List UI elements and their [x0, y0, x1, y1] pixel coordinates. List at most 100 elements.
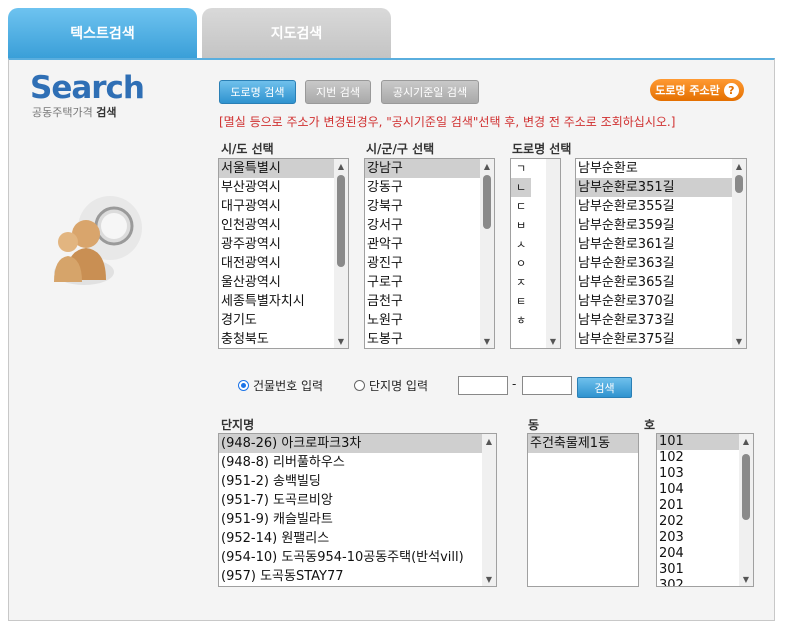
sigungu-option[interactable]: 광진구: [365, 254, 494, 273]
complex-option[interactable]: (948-26) 아크로파크3차: [219, 434, 496, 453]
sigungu-option[interactable]: 노원구: [365, 311, 494, 330]
initial-scrollbar[interactable]: ▼: [546, 159, 560, 348]
road-name-option[interactable]: 남부순환로370길: [576, 292, 746, 311]
road-initial-option[interactable]: ㅂ: [511, 216, 531, 235]
ho-scrollbar[interactable]: ▲ ▼: [739, 434, 753, 586]
building-sub-number-input[interactable]: [522, 376, 572, 395]
sigungu-option[interactable]: 구로구: [365, 273, 494, 292]
road-initial-option[interactable]: ㅇ: [511, 254, 531, 273]
road-name-option[interactable]: 남부순환로355길: [576, 197, 746, 216]
question-icon: ?: [723, 82, 739, 98]
scroll-down-icon[interactable]: ▼: [546, 334, 560, 348]
sido-scrollbar[interactable]: ▲ ▼: [334, 159, 348, 348]
building-number-radio-label: 건물번호 입력: [253, 379, 324, 393]
sido-option[interactable]: 광주광역시: [219, 235, 348, 254]
road-name-option[interactable]: 남부순환로361길: [576, 235, 746, 254]
sigungu-option[interactable]: 강동구: [365, 178, 494, 197]
sido-option[interactable]: 경기도: [219, 311, 348, 330]
complex-option[interactable]: (951-7) 도곡르비앙: [219, 491, 496, 510]
road-name-listbox[interactable]: 남부순환로 남부순환로351길 남부순환로355길 남부순환로359길 남부순환로361…: [575, 158, 747, 349]
ho-listbox[interactable]: 101 102 103 104 201 202 203 204 301 302 ▲ ▼: [656, 433, 754, 587]
road-name-option[interactable]: 남부순환로373길: [576, 311, 746, 330]
road-address-guide-label: 도로명 주소란: [655, 84, 720, 97]
complex-option[interactable]: (952-14) 원팰리스: [219, 529, 496, 548]
complex-option[interactable]: (951-2) 송백빌딩: [219, 472, 496, 491]
sido-option[interactable]: 서울특별시: [219, 159, 348, 178]
road-initial-option[interactable]: ㅎ: [511, 311, 531, 330]
number-search-button[interactable]: 검색: [577, 377, 632, 398]
complex-label: 단지명: [221, 418, 255, 432]
scroll-up-icon[interactable]: ▲: [334, 159, 348, 173]
sigungu-listbox[interactable]: 강남구 강동구 강북구 강서구 관악구 광진구 구로구 금천구 노원구 도봉구 ▲ ▼: [364, 158, 495, 349]
radio-dot[interactable]: [354, 380, 365, 391]
sido-option[interactable]: 인천광역시: [219, 216, 348, 235]
sido-option[interactable]: 충청북도: [219, 330, 348, 348]
complex-name-radio-label: 단지명 입력: [369, 379, 429, 393]
scroll-down-icon[interactable]: ▼: [482, 572, 496, 586]
scroll-up-icon[interactable]: ▲: [739, 434, 753, 448]
road-name-option[interactable]: 남부순환로359길: [576, 216, 746, 235]
road-name-option[interactable]: 남부순환로363길: [576, 254, 746, 273]
building-main-number-input[interactable]: [458, 376, 508, 395]
complex-option[interactable]: (957) 도곡동STAY77: [219, 567, 496, 586]
sigungu-option[interactable]: 강남구: [365, 159, 494, 178]
road-initial-listbox[interactable]: ㄱㄴㄷㅂㅅㅇㅈㅌㅎ ▼: [510, 158, 561, 349]
road-initial-option[interactable]: ㅌ: [511, 292, 531, 311]
sido-option[interactable]: 세종특별자치시: [219, 292, 348, 311]
user-search-icon: [54, 196, 142, 285]
sigungu-scrollbar[interactable]: ▲ ▼: [480, 159, 494, 348]
road-name-option[interactable]: 남부순환로351길: [576, 178, 746, 197]
notice-text: [멸실 등으로 주소가 변경된경우, "공시기준일 검색"선택 후, 변경 전 …: [219, 115, 676, 129]
road-initial-option[interactable]: ㅈ: [511, 273, 531, 292]
sido-option[interactable]: 부산광역시: [219, 178, 348, 197]
complex-option[interactable]: (954-10) 도곡동954-10공동주택(반석vill): [219, 548, 496, 567]
complex-listbox[interactable]: (948-26) 아크로파크3차 (948-8) 리버풀하우스 (951-2) 송백…: [218, 433, 497, 587]
road-name-option[interactable]: 남부순환로365길: [576, 273, 746, 292]
sigungu-option[interactable]: 도봉구: [365, 330, 494, 348]
search-logo-subtitle: 공동주택가격 검색: [32, 106, 117, 119]
lot-number-search-button[interactable]: 지번 검색: [305, 80, 371, 104]
base-date-search-button[interactable]: 공시기준일 검색: [381, 80, 479, 104]
complex-option[interactable]: (948-8) 리버풀하우스: [219, 453, 496, 472]
road-scrollbar[interactable]: ▲ ▼: [732, 159, 746, 348]
road-initial-option[interactable]: ㅅ: [511, 235, 531, 254]
road-name-search-button[interactable]: 도로명 검색: [219, 80, 296, 104]
sido-option[interactable]: 대구광역시: [219, 197, 348, 216]
complex-name-radio[interactable]: 단지명 입력: [354, 377, 428, 394]
sido-listbox[interactable]: 서울특별시 부산광역시 대구광역시 인천광역시 광주광역시 대전광역시 울산광역시 세종특별자…: [218, 158, 349, 349]
tab-map-search[interactable]: 지도검색: [202, 8, 391, 58]
scroll-up-icon[interactable]: ▲: [732, 159, 746, 173]
complex-option[interactable]: (951-9) 캐슬빌라트: [219, 510, 496, 529]
road-name-option[interactable]: 남부순환로: [576, 159, 746, 178]
scroll-up-icon[interactable]: ▲: [482, 434, 496, 448]
sido-label: 시/도 선택: [221, 142, 274, 156]
building-number-radio[interactable]: 건물번호 입력: [238, 377, 323, 394]
radio-dot-selected[interactable]: [238, 380, 249, 391]
scroll-up-icon[interactable]: ▲: [480, 159, 494, 173]
complex-scrollbar[interactable]: ▲ ▼: [482, 434, 496, 586]
sigungu-label: 시/군/구 선택: [366, 142, 435, 156]
sigungu-option[interactable]: 강북구: [365, 197, 494, 216]
scroll-down-icon[interactable]: ▼: [739, 572, 753, 586]
tab-text-search[interactable]: 텍스트검색: [8, 8, 197, 58]
sido-option[interactable]: 울산광역시: [219, 273, 348, 292]
ho-label: 호: [644, 418, 656, 432]
dong-label: 동: [528, 418, 540, 432]
dong-listbox[interactable]: 주건축물제1동: [527, 433, 639, 587]
road-address-guide-button[interactable]: 도로명 주소란 ?: [650, 79, 744, 101]
dong-option[interactable]: 주건축물제1동: [528, 434, 638, 453]
road-initial-option[interactable]: ㄷ: [511, 197, 531, 216]
road-label: 도로명 선택: [512, 142, 572, 156]
sigungu-option[interactable]: 강서구: [365, 216, 494, 235]
sigungu-option[interactable]: 관악구: [365, 235, 494, 254]
sigungu-option[interactable]: 금천구: [365, 292, 494, 311]
road-initial-option[interactable]: ㄱ: [511, 159, 531, 178]
sido-option[interactable]: 대전광역시: [219, 254, 348, 273]
search-logo: Search: [30, 70, 145, 106]
road-name-option[interactable]: 남부순환로375길: [576, 330, 746, 348]
number-separator: -: [512, 377, 517, 391]
scroll-down-icon[interactable]: ▼: [334, 334, 348, 348]
scroll-down-icon[interactable]: ▼: [732, 334, 746, 348]
scroll-down-icon[interactable]: ▼: [480, 334, 494, 348]
road-initial-option[interactable]: ㄴ: [511, 178, 531, 197]
